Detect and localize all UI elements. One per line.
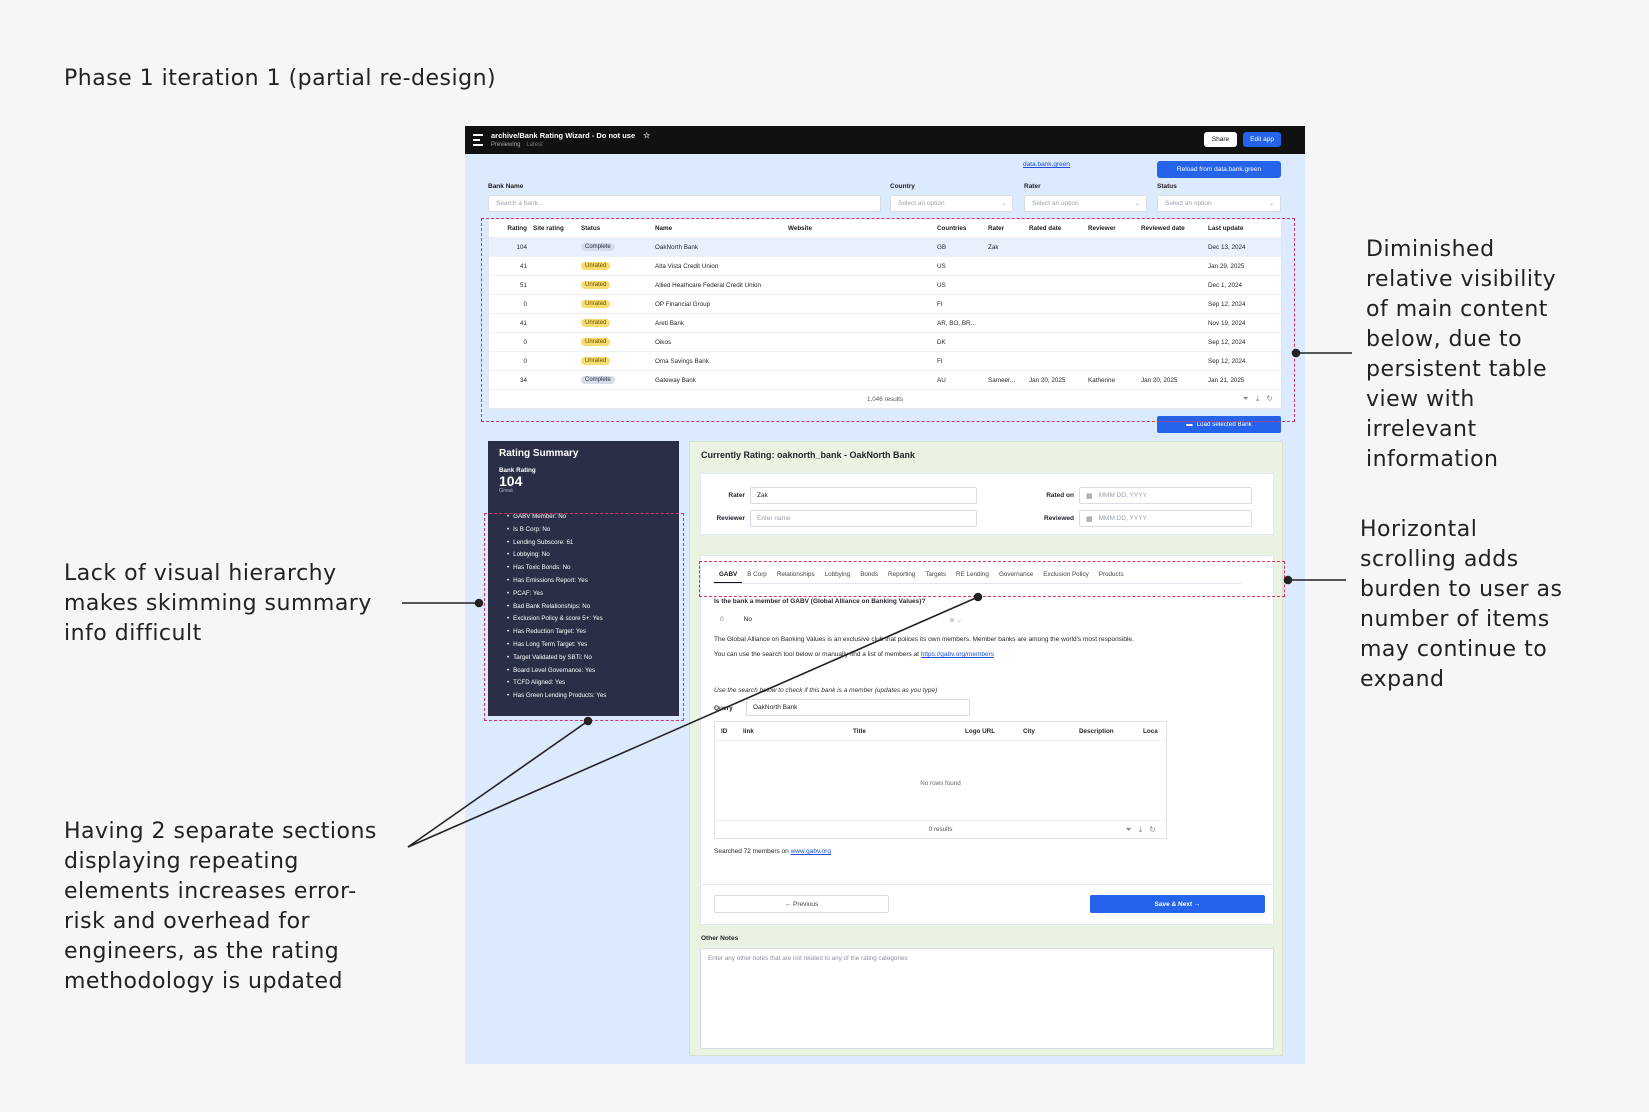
col-title[interactable]: Title bbox=[847, 728, 959, 735]
annotation-repeating-sections: Having 2 separate sections displaying re… bbox=[64, 819, 377, 994]
rated-on-label: Rated on bbox=[1046, 492, 1074, 499]
clear-icon[interactable]: ⊗ ⌄ bbox=[949, 616, 962, 624]
highlight-tabs-box bbox=[699, 561, 1285, 597]
gabv-question: Is the bank a member of GABV (Global All… bbox=[714, 598, 926, 605]
refresh-icon[interactable]: ↻ bbox=[1149, 825, 1156, 835]
data-source-link[interactable]: data.bank.green bbox=[1023, 161, 1070, 168]
gabv-table-footer: 0 results ⏷ ⤓ ↻ bbox=[715, 820, 1166, 838]
searched-members-text: Searched 72 members on www.gabv.org bbox=[714, 848, 831, 855]
bank-rating-label: Bank Rating bbox=[499, 467, 536, 474]
chevron-down-icon: ⌄ bbox=[1268, 201, 1274, 207]
current-rating-title: Currently Rating: oaknorth_bank - OakNor… bbox=[701, 450, 916, 460]
status-select[interactable]: Select an option ⌄ bbox=[1157, 195, 1281, 212]
annotation-tabs: Horizontal scrolling adds burden to user… bbox=[1360, 517, 1563, 692]
gabv-info-text: The Global Alliance on Banking Values is… bbox=[714, 636, 1134, 643]
chevron-down-icon: ⌄ bbox=[1134, 201, 1140, 207]
country-label: Country bbox=[890, 183, 915, 190]
app-logo-icon bbox=[473, 134, 483, 146]
download-icon[interactable]: ⤓ bbox=[1139, 825, 1143, 835]
nav-card: ← Previous Save & Next → bbox=[700, 885, 1274, 925]
no-rows-message: No rows found bbox=[920, 780, 961, 787]
bank-rating-value: 104 bbox=[499, 473, 523, 489]
previous-button[interactable]: ← Previous bbox=[714, 895, 889, 913]
highlight-table-box bbox=[481, 218, 1295, 422]
annotation-summary: Lack of visual hierarchy makes skimming … bbox=[64, 561, 372, 646]
reload-button[interactable]: Reload from data.bank.green bbox=[1157, 161, 1281, 178]
highlight-summary-box bbox=[484, 513, 684, 721]
col-description[interactable]: Description bbox=[1073, 728, 1137, 735]
reviewer-input[interactable]: Enter name bbox=[750, 510, 977, 527]
rated-on-date-input[interactable]: ▦ MMM DD, YYYY bbox=[1079, 487, 1252, 504]
other-notes-label: Other Notes bbox=[701, 935, 739, 942]
bank-search-input[interactable]: Search a bank... bbox=[488, 195, 881, 212]
rater-input[interactable]: Zak bbox=[750, 487, 977, 504]
rater-card: Rater Zak Reviewer Enter name Rated on ▦… bbox=[700, 473, 1274, 535]
gabv-table-header: ID link Title Logo URL City Description … bbox=[715, 722, 1166, 741]
app-topbar: archive/Bank Rating Wizard - Do not use ☆… bbox=[465, 126, 1305, 154]
bank-rating-grade: Great bbox=[499, 488, 513, 494]
query-label: Query bbox=[714, 705, 733, 712]
gabv-site-link[interactable]: www.gabv.org bbox=[791, 848, 831, 855]
share-button[interactable]: Share bbox=[1203, 132, 1238, 147]
status-filter-label: Status bbox=[1157, 183, 1177, 190]
calendar-icon: ▦ bbox=[1086, 492, 1093, 500]
rater-label: Rater bbox=[728, 492, 745, 499]
current-rating-panel: Currently Rating: oaknorth_bank - OakNor… bbox=[689, 441, 1283, 1056]
reviewer-label: Reviewer bbox=[716, 515, 745, 522]
filter-icon[interactable]: ⏷ bbox=[1125, 825, 1131, 835]
edit-app-button[interactable]: Edit app bbox=[1243, 132, 1281, 147]
bank-name-label: Bank Name bbox=[488, 183, 524, 190]
col-link[interactable]: link bbox=[737, 728, 847, 735]
app-title: archive/Bank Rating Wizard - Do not use ☆ bbox=[491, 131, 651, 140]
col-location[interactable]: Loca bbox=[1137, 728, 1163, 735]
col-city[interactable]: City bbox=[1017, 728, 1073, 735]
search-instruction: Use the search below to check if this ba… bbox=[714, 687, 938, 694]
annotation-table: Diminished relative visibility of main c… bbox=[1366, 237, 1557, 472]
other-notes-textarea[interactable]: Enter any other notes that are not relat… bbox=[700, 948, 1274, 1049]
col-id[interactable]: ID bbox=[715, 728, 737, 735]
gabv-results-count: 0 results bbox=[928, 826, 953, 833]
country-select[interactable]: Select an option ⌄ bbox=[890, 195, 1013, 212]
save-next-button[interactable]: Save & Next → bbox=[1090, 895, 1265, 913]
reviewed-date-input[interactable]: ▦ MMM DD, YYYY bbox=[1079, 510, 1252, 527]
folder-icon: ▬ bbox=[1186, 421, 1193, 428]
summary-title: Rating Summary bbox=[499, 448, 579, 459]
gabv-search-hint: You can use the search tool below or man… bbox=[714, 651, 995, 658]
calendar-icon: ▦ bbox=[1086, 515, 1093, 523]
gabv-members-link[interactable]: https://gabv.org/members bbox=[921, 651, 994, 658]
star-icon[interactable]: ☆ bbox=[643, 131, 650, 140]
gabv-select[interactable]: 0 No ⊗ ⌄ bbox=[714, 611, 970, 628]
reviewed-label: Reviewed bbox=[1044, 515, 1074, 522]
rater-filter-label: Rater bbox=[1024, 183, 1041, 190]
chevron-down-icon: ⌄ bbox=[1000, 201, 1006, 207]
query-input[interactable]: OakNorth Bank bbox=[746, 699, 970, 716]
page-title: Phase 1 iteration 1 (partial re-design) bbox=[64, 66, 497, 91]
gabv-results-table: ID link Title Logo URL City Description … bbox=[714, 721, 1167, 839]
app-subtitle: Previewing Latest bbox=[491, 142, 543, 148]
rater-select[interactable]: Select an option ⌄ bbox=[1024, 195, 1147, 212]
category-card: GABV B Corp Relationships Lobbying Bonds Repo… bbox=[700, 555, 1274, 885]
col-logo-url[interactable]: Logo URL bbox=[959, 728, 1017, 735]
